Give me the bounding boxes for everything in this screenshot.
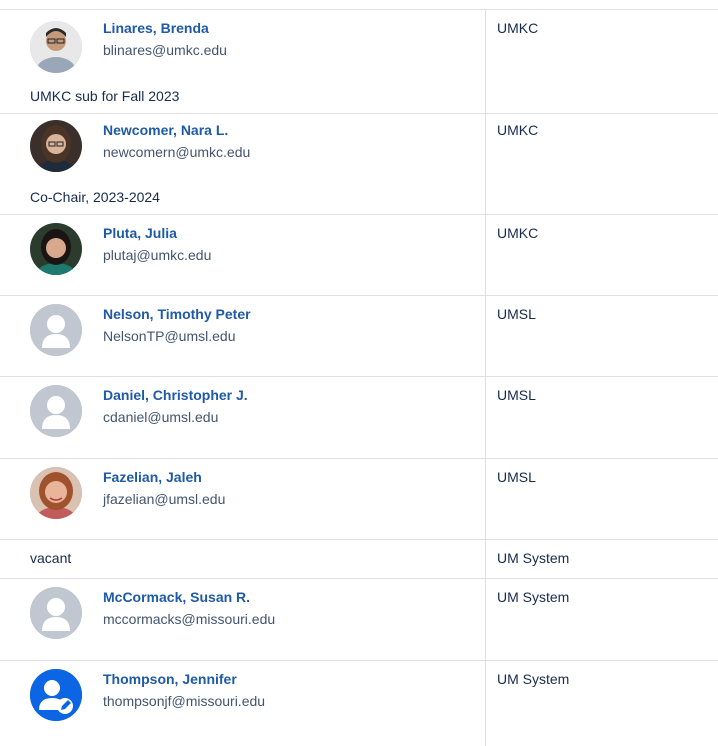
- avatar[interactable]: [30, 120, 82, 172]
- member-note: Co-Chair, 2023-2024: [30, 189, 160, 205]
- table-row: Daniel, Christopher J. cdaniel@umsl.edu …: [0, 377, 718, 459]
- campus-cell: UMKC: [497, 122, 539, 138]
- member-email: mccormacks@missouri.edu: [103, 611, 276, 627]
- member-name-link[interactable]: Newcomer, Nara L.: [103, 122, 228, 138]
- campus-cell: UMSL: [497, 469, 536, 485]
- member-name-link[interactable]: Nelson, Timothy Peter: [103, 306, 251, 322]
- campus-cell: UMSL: [497, 387, 536, 403]
- table-row: Thompson, Jennifer thompsonjf@missouri.e…: [0, 661, 718, 737]
- avatar[interactable]: [30, 669, 82, 721]
- vacant-label: vacant: [30, 550, 72, 566]
- avatar[interactable]: [30, 223, 82, 275]
- member-email: NelsonTP@umsl.edu: [103, 328, 236, 344]
- table-row: Fazelian, Jaleh jfazelian@umsl.edu UMSL: [0, 459, 718, 540]
- member-cell: Nelson, Timothy Peter NelsonTP@umsl.edu: [30, 296, 478, 376]
- user-edit-icon: [30, 669, 82, 721]
- member-cell: Linares, Brenda blinares@umkc.edu UMKC s…: [30, 10, 478, 113]
- avatar[interactable]: [30, 21, 82, 73]
- member-email: cdaniel@umsl.edu: [103, 409, 219, 425]
- table-row: Nelson, Timothy Peter NelsonTP@umsl.edu …: [0, 296, 718, 377]
- campus-cell: UMKC: [497, 20, 539, 36]
- member-name-link[interactable]: Fazelian, Jaleh: [103, 469, 202, 485]
- campus-cell: UM System: [497, 671, 570, 687]
- table-row: McCormack, Susan R. mccormacks@missouri.…: [0, 579, 718, 661]
- default-user-icon: [30, 587, 82, 639]
- campus-cell: UM System: [497, 550, 570, 566]
- member-email: blinares@umkc.edu: [103, 42, 227, 58]
- campus-cell: UMSL: [497, 306, 536, 322]
- avatar[interactable]: [30, 467, 82, 519]
- member-cell: McCormack, Susan R. mccormacks@missouri.…: [30, 579, 478, 660]
- table-row: Linares, Brenda blinares@umkc.edu UMKC s…: [0, 9, 718, 114]
- campus-cell: UM System: [497, 589, 570, 605]
- person-photo-icon: [30, 21, 82, 73]
- table-row: vacant UM System: [0, 540, 718, 579]
- default-user-icon: [30, 385, 82, 437]
- member-email: plutaj@umkc.edu: [103, 247, 212, 263]
- member-cell: Newcomer, Nara L. newcomern@umkc.edu Co-…: [30, 114, 478, 214]
- person-photo-icon: [30, 223, 82, 275]
- avatar[interactable]: [30, 304, 82, 356]
- member-email: newcomern@umkc.edu: [103, 144, 251, 160]
- avatar[interactable]: [30, 385, 82, 437]
- member-cell: Daniel, Christopher J. cdaniel@umsl.edu: [30, 377, 478, 458]
- member-note: UMKC sub for Fall 2023: [30, 88, 180, 104]
- avatar[interactable]: [30, 587, 82, 639]
- member-name-link[interactable]: Daniel, Christopher J.: [103, 387, 248, 403]
- default-user-icon: [30, 304, 82, 356]
- member-name-link[interactable]: McCormack, Susan R.: [103, 589, 250, 605]
- members-table: Linares, Brenda blinares@umkc.edu UMKC s…: [0, 9, 718, 746]
- member-name-link[interactable]: Pluta, Julia: [103, 225, 177, 241]
- table-row: Pluta, Julia plutaj@umkc.edu UMKC: [0, 215, 718, 296]
- member-cell: vacant: [30, 540, 478, 578]
- member-name-link[interactable]: Thompson, Jennifer: [103, 671, 237, 687]
- person-photo-icon: [30, 120, 82, 172]
- member-email: jfazelian@umsl.edu: [103, 491, 226, 507]
- person-photo-icon: [30, 467, 82, 519]
- member-cell: Fazelian, Jaleh jfazelian@umsl.edu: [30, 459, 478, 539]
- member-email: thompsonjf@missouri.edu: [103, 693, 266, 709]
- member-cell: Thompson, Jennifer thompsonjf@missouri.e…: [30, 661, 478, 737]
- table-row: Newcomer, Nara L. newcomern@umkc.edu Co-…: [0, 114, 718, 215]
- campus-cell: UMKC: [497, 225, 539, 241]
- member-name-link[interactable]: Linares, Brenda: [103, 20, 209, 36]
- member-cell: Pluta, Julia plutaj@umkc.edu: [30, 215, 478, 295]
